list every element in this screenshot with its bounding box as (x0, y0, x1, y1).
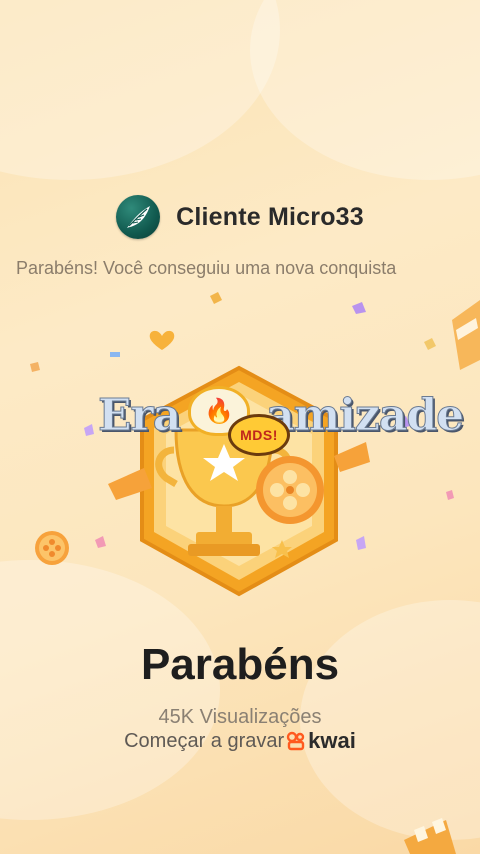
cta-label: Começar a gravar (124, 729, 285, 752)
user-header: Cliente Micro33 (0, 192, 480, 242)
kwai-brand: kwai (308, 728, 356, 753)
mds-sticker: MDS! (228, 414, 290, 456)
achievement-title: Parabéns (140, 640, 340, 689)
views-count: 45K Visualizações (158, 706, 322, 728)
film-reel-icon (35, 531, 69, 565)
start-recording-cta[interactable]: Começar a gravar kwai (0, 728, 480, 754)
user-name: Cliente Micro33 (176, 202, 364, 231)
clapperboard-icon (404, 818, 456, 854)
clapperboard-icon (452, 300, 480, 370)
fire-icon: 🔥 (204, 397, 234, 425)
feather-icon (127, 206, 151, 228)
achievement-subtitle: Parabéns! Você conseguiu uma nova conqui… (16, 258, 397, 278)
avatar[interactable] (116, 195, 161, 239)
kwai-logo: kwai (286, 728, 356, 754)
heart-icon (149, 330, 175, 350)
kwai-icon (286, 731, 305, 751)
